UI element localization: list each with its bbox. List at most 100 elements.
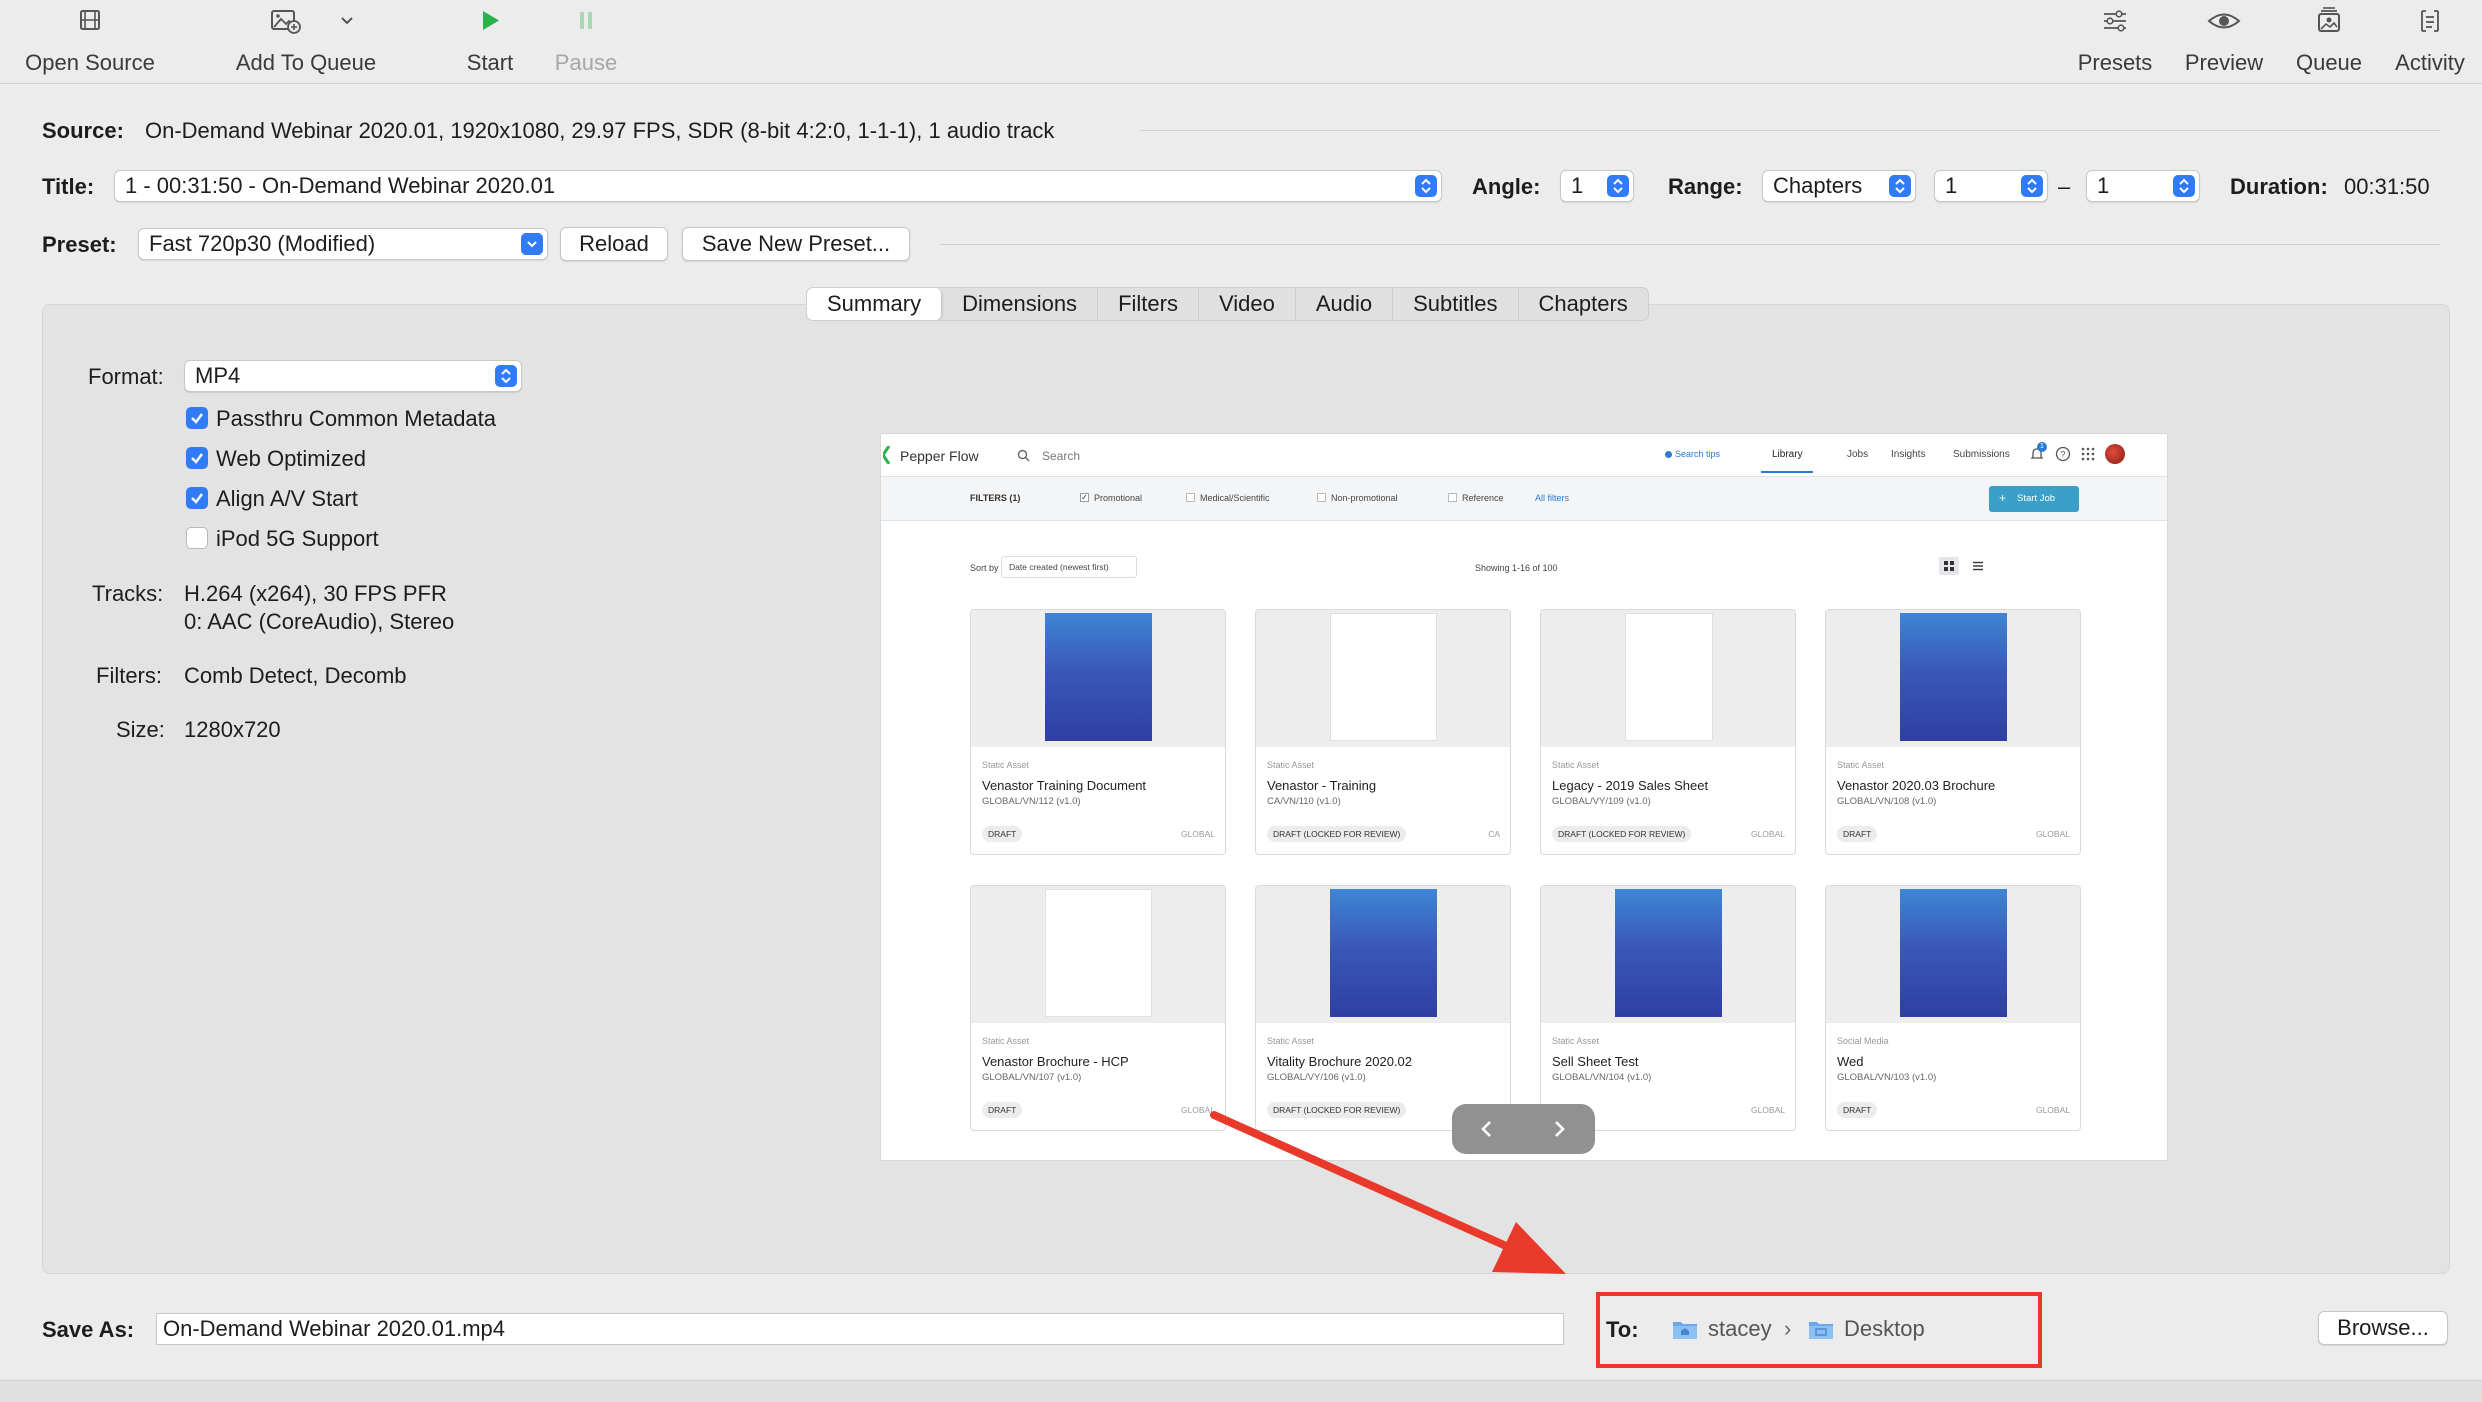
range-start-select[interactable]: 1 xyxy=(1934,170,2048,202)
pf-nav-library[interactable]: Library xyxy=(1772,449,1803,460)
card-region: GLOBAL xyxy=(1180,1105,1215,1115)
preview-frame: Pepper Flow Search Search tips Library J… xyxy=(880,433,2168,1161)
tab-subtitles[interactable]: Subtitles xyxy=(1393,288,1519,320)
tab-chapters[interactable]: Chapters xyxy=(1519,288,1648,320)
align-av-checkbox[interactable] xyxy=(186,487,208,509)
pf-all-filters[interactable]: All filters xyxy=(1535,493,1569,503)
pf-filter-nonpromo-checkbox[interactable] xyxy=(1317,493,1326,502)
checkmark-icon xyxy=(191,493,203,504)
pf-nav-submissions[interactable]: Submissions xyxy=(1953,449,2010,460)
angle-select[interactable]: 1 xyxy=(1560,170,1634,202)
avatar[interactable] xyxy=(2105,444,2125,464)
reload-button[interactable]: Reload xyxy=(560,227,668,261)
brochure-thumbnail xyxy=(1330,889,1437,1017)
preview-button[interactable]: Preview xyxy=(2176,0,2272,84)
chevron-down-icon[interactable] xyxy=(338,14,356,28)
grid-view-icon[interactable] xyxy=(1939,557,1959,575)
save-as-label: Save As: xyxy=(42,1317,135,1342)
film-icon xyxy=(80,10,100,30)
pf-start-job-button[interactable]: + Start Job xyxy=(1989,486,2079,512)
list-view-icon[interactable] xyxy=(1973,561,1983,571)
range-end-select[interactable]: 1 xyxy=(2086,170,2200,202)
start-button[interactable]: Start xyxy=(450,0,530,84)
tracks-line-2: 0: AAC (CoreAudio), Stereo xyxy=(184,609,455,634)
card-status-badge: DRAFT xyxy=(1837,1102,1878,1118)
align-av-label: Align A/V Start xyxy=(216,486,358,511)
preset-divider xyxy=(940,244,2440,245)
tab-audio[interactable]: Audio xyxy=(1296,288,1394,320)
title-select-value: 1 - 00:31:50 - On-Demand Webinar 2020.01 xyxy=(125,173,556,198)
card-status-badge: DRAFT xyxy=(1837,826,1878,842)
title-select[interactable]: 1 - 00:31:50 - On-Demand Webinar 2020.01 xyxy=(114,170,1442,202)
asset-card[interactable]: Static Asset Venastor Brochure - HCP GLO… xyxy=(970,885,1226,1131)
pf-filter-reference-checkbox[interactable] xyxy=(1448,493,1457,502)
pf-nav-insights[interactable]: Insights xyxy=(1891,449,1925,460)
document-thumbnail xyxy=(1330,613,1437,741)
format-label: Format: xyxy=(88,364,164,389)
notification-badge: 1 xyxy=(2037,442,2047,452)
card-id: GLOBAL/VN/107 (v1.0) xyxy=(982,1072,1082,1083)
asset-card[interactable]: Static Asset Sell Sheet Test GLOBAL/VN/1… xyxy=(1540,885,1796,1131)
preset-select-value: Fast 720p30 (Modified) xyxy=(149,231,376,256)
open-source-button[interactable]: Open Source xyxy=(10,0,170,84)
tab-video[interactable]: Video xyxy=(1199,288,1296,320)
range-type-select[interactable]: Chapters xyxy=(1762,170,1916,202)
pf-filter-medical-checkbox[interactable] xyxy=(1186,493,1195,502)
asset-card[interactable]: Static Asset Venastor 2020.03 Brochure G… xyxy=(1825,609,2081,855)
open-source-label: Open Source xyxy=(25,50,155,75)
presets-button[interactable]: Presets xyxy=(2070,0,2160,84)
tab-dimensions[interactable]: Dimensions xyxy=(942,288,1099,320)
brochure-thumbnail xyxy=(1045,613,1152,741)
tab-filters[interactable]: Filters xyxy=(1098,288,1199,320)
pf-search-input[interactable]: Search xyxy=(1042,449,1080,463)
pepper-brand: Pepper Flow xyxy=(900,448,979,464)
card-type: Static Asset xyxy=(1552,760,1600,770)
save-as-input[interactable]: On-Demand Webinar 2020.01.mp4 xyxy=(156,1313,1564,1345)
web-optimized-checkbox[interactable] xyxy=(186,447,208,469)
help-icon[interactable]: ? xyxy=(2055,446,2071,462)
chevron-left-icon[interactable] xyxy=(1480,1120,1494,1138)
add-to-queue-button[interactable]: Add To Queue xyxy=(224,0,388,84)
pf-filter-bar xyxy=(881,477,2167,521)
asset-card[interactable]: Social Media Wed GLOBAL/VN/103 (v1.0) DR… xyxy=(1825,885,2081,1131)
card-type: Static Asset xyxy=(1267,760,1315,770)
browse-button[interactable]: Browse... xyxy=(2318,1311,2448,1345)
filters-label: Filters: xyxy=(96,663,162,688)
pf-nav-jobs[interactable]: Jobs xyxy=(1847,449,1868,460)
pf-filter-promotional-checkbox[interactable]: ✓ xyxy=(1080,493,1089,502)
angle-select-value: 1 xyxy=(1571,173,1584,198)
asset-card[interactable]: Static Asset Venastor - Training CA/VN/1… xyxy=(1255,609,1511,855)
format-select[interactable]: MP4 xyxy=(184,360,522,392)
card-type: Static Asset xyxy=(1837,760,1885,770)
range-start-value: 1 xyxy=(1945,173,1958,198)
web-optimized-label: Web Optimized xyxy=(216,446,366,471)
pf-nav-active-underline xyxy=(1761,471,1813,473)
card-title: Legacy - 2019 Sales Sheet xyxy=(1552,778,1709,793)
eye-icon xyxy=(2207,13,2241,29)
asset-card[interactable]: Static Asset Vitality Brochure 2020.02 G… xyxy=(1255,885,1511,1131)
pf-filter-promotional: Promotional xyxy=(1094,493,1143,503)
asset-card[interactable]: Static Asset Legacy - 2019 Sales Sheet G… xyxy=(1540,609,1796,855)
activity-button[interactable]: Activity xyxy=(2382,0,2478,84)
card-type: Static Asset xyxy=(1552,1036,1600,1046)
save-new-preset-button[interactable]: Save New Preset... xyxy=(682,227,910,261)
card-region: GLOBAL xyxy=(1750,829,1785,839)
card-thumbnail xyxy=(971,610,1225,747)
preset-select[interactable]: Fast 720p30 (Modified) xyxy=(138,228,548,260)
card-type: Static Asset xyxy=(982,1036,1030,1046)
chevron-right-icon[interactable] xyxy=(1552,1120,1566,1138)
pf-sort-select[interactable]: Date created (newest first) xyxy=(1001,556,1137,578)
passthru-metadata-checkbox[interactable] xyxy=(186,407,208,429)
asset-card[interactable]: Static Asset Venastor Training Document … xyxy=(970,609,1226,855)
card-title: Venastor - Training xyxy=(1267,778,1377,793)
title-label: Title: xyxy=(42,174,95,199)
apps-grid-icon[interactable] xyxy=(2081,447,2095,461)
filters-value: Comb Detect, Decomb xyxy=(184,663,407,688)
start-label: Start xyxy=(466,50,514,75)
path-separator: › xyxy=(1784,1316,1792,1341)
queue-button[interactable]: Queue xyxy=(2284,0,2374,84)
pf-search-tips[interactable]: Search tips xyxy=(1675,449,1720,459)
tab-summary[interactable]: Summary xyxy=(807,288,943,320)
pause-button[interactable]: Pause xyxy=(546,0,626,84)
ipod-support-checkbox[interactable] xyxy=(186,527,208,549)
